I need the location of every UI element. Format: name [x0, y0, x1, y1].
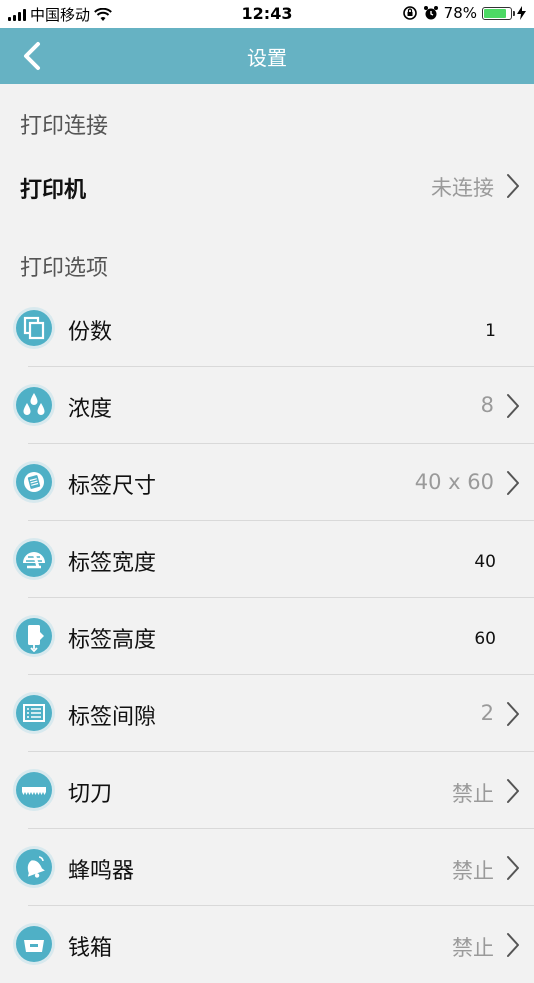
- page-title: 设置: [247, 46, 287, 70]
- option-row-label-height[interactable]: 标签高度 60: [0, 598, 534, 675]
- option-row-label-gap[interactable]: 标签间隙 2: [0, 675, 534, 752]
- option-row-cutter[interactable]: 切刀 禁止: [0, 752, 534, 829]
- density-drops-icon: [13, 384, 55, 426]
- cash-drawer-icon: [13, 923, 55, 965]
- option-label: 浓度: [68, 397, 113, 422]
- chevron-right-icon: [507, 856, 519, 880]
- chevron-right-icon: [507, 933, 519, 957]
- section-header-options: 打印选项: [20, 256, 109, 281]
- option-value: 8: [480, 393, 494, 417]
- option-row-label-size[interactable]: 标签尺寸 40 x 60: [0, 444, 534, 521]
- label-height-icon: [13, 615, 55, 657]
- cutter-icon: [13, 769, 55, 811]
- chevron-right-icon: [507, 779, 519, 803]
- label-gap-icon: [13, 692, 55, 734]
- alarm-clock-icon: [423, 6, 438, 20]
- label-size-icon: [13, 461, 55, 503]
- nav-bar: 设置: [0, 28, 534, 84]
- chevron-right-icon: [507, 394, 519, 418]
- option-label: 钱箱: [68, 936, 113, 961]
- section-header-connection: 打印连接: [20, 114, 109, 139]
- chevron-right-icon: [507, 174, 519, 198]
- charging-bolt-icon: [517, 6, 526, 20]
- option-row-buzzer[interactable]: 蜂鸣器 禁止: [0, 829, 534, 906]
- battery-icon: [482, 6, 515, 20]
- option-value: 40 x 60: [414, 470, 494, 494]
- option-label: 份数: [68, 320, 113, 345]
- option-label: 标签间隙: [68, 705, 157, 730]
- battery-level-fill: [484, 8, 506, 18]
- printer-status-value: 未连接: [431, 176, 494, 200]
- buzzer-bell-icon: [13, 846, 55, 888]
- option-label: 切刀: [68, 782, 113, 807]
- option-value: 1: [485, 321, 496, 341]
- label-width-icon: [13, 538, 55, 580]
- status-bar-right: 78%: [402, 4, 526, 22]
- option-value: 2: [480, 701, 494, 725]
- option-row-cash-drawer[interactable]: 钱箱 禁止: [0, 906, 534, 983]
- chevron-right-icon: [507, 471, 519, 495]
- printer-row[interactable]: 打印机 未连接: [0, 148, 534, 224]
- option-value: 40: [474, 552, 496, 572]
- status-bar: 中国移动 12:43 78%: [0, 0, 534, 28]
- chevron-right-icon: [507, 702, 519, 726]
- printer-label: 打印机: [20, 178, 87, 203]
- orientation-lock-icon: [402, 6, 417, 20]
- option-label: 标签尺寸: [68, 474, 157, 499]
- option-label: 标签宽度: [68, 551, 157, 576]
- copies-icon: [13, 307, 55, 349]
- option-value: 禁止: [452, 859, 494, 883]
- option-row-label-width[interactable]: 标签宽度 40: [0, 521, 534, 598]
- option-value: 禁止: [452, 936, 494, 960]
- option-label: 标签高度: [68, 628, 157, 653]
- option-value: 禁止: [452, 782, 494, 806]
- option-label: 蜂鸣器: [68, 859, 135, 884]
- battery-percent: 78%: [443, 4, 477, 22]
- option-value: 60: [474, 629, 496, 649]
- option-row-density[interactable]: 浓度 8: [0, 367, 534, 444]
- option-row-copies[interactable]: 份数 1: [0, 290, 534, 367]
